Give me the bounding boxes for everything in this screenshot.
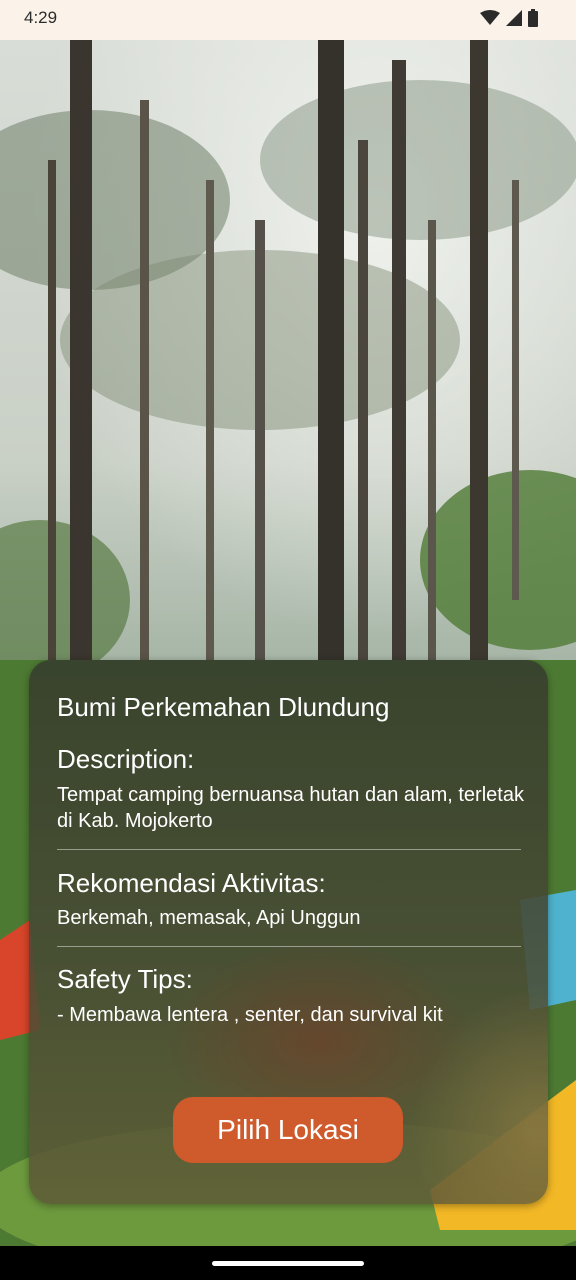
safety-text: - Membawa lentera , senter, dan survival… xyxy=(57,1004,443,1026)
divider xyxy=(57,946,521,947)
choose-location-button[interactable]: Pilih Lokasi xyxy=(173,1097,403,1163)
location-title: Bumi Perkemahan Dlundung xyxy=(57,692,390,722)
battery-icon xyxy=(528,9,538,27)
app-screen: 4:29 Bumi Perkemahan Dlundung Descriptio… xyxy=(0,0,576,1280)
location-info-card: Bumi Perkemahan Dlundung Description: Te… xyxy=(29,660,548,1204)
home-indicator[interactable] xyxy=(212,1261,364,1266)
description-text: Tempat camping bernuansa hutan dan alam,… xyxy=(57,784,524,832)
safety-heading: Safety Tips: xyxy=(57,964,193,994)
activities-heading: Rekomendasi Aktivitas: xyxy=(57,868,326,898)
activities-text: Berkemah, memasak, Api Unggun xyxy=(57,907,361,929)
cellular-signal-icon xyxy=(506,10,522,26)
status-time: 4:29 xyxy=(24,8,58,27)
status-icons xyxy=(480,9,538,27)
status-bar: 4:29 xyxy=(0,0,576,40)
navigation-bar xyxy=(0,1246,576,1280)
divider xyxy=(57,849,521,850)
wifi-icon xyxy=(480,10,500,25)
description-heading: Description: xyxy=(57,744,195,774)
